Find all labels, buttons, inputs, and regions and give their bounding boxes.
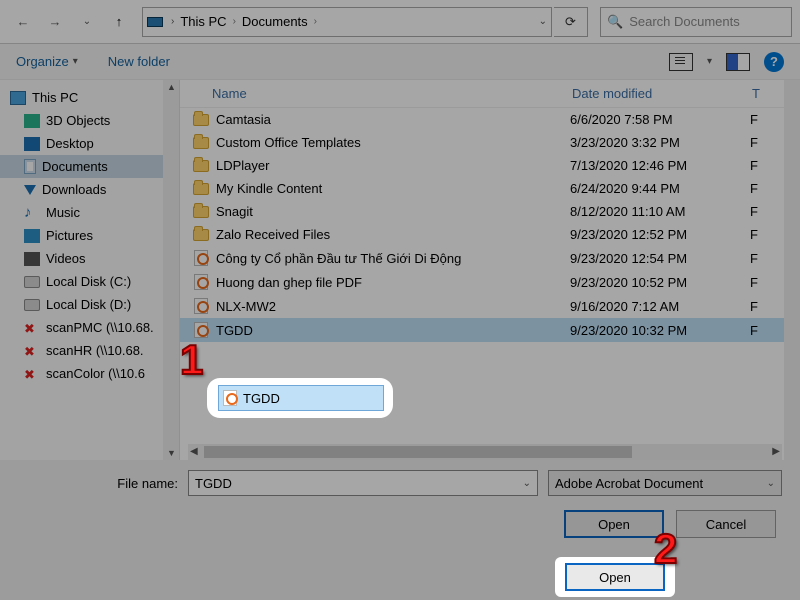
tree-videos[interactable]: Videos — [0, 247, 179, 270]
desktop-icon — [24, 137, 40, 151]
help-icon[interactable]: ? — [764, 52, 784, 72]
annotation-highlight-file: TGDD — [210, 381, 390, 415]
list-horizontal-scrollbar[interactable]: ◀▶ — [188, 444, 782, 460]
filename-input[interactable]: TGDD ⌄ — [188, 470, 538, 496]
filename-dropdown-icon[interactable]: ⌄ — [523, 478, 531, 489]
file-row[interactable]: Công ty Cổ phần Đầu tư Thế Giới Di Động9… — [180, 246, 784, 270]
filter-dropdown-icon[interactable]: ⌄ — [767, 478, 775, 489]
address-bar[interactable]: › This PC› Documents› ⌄ — [142, 7, 552, 37]
folder-icon — [193, 183, 209, 195]
file-row[interactable]: Custom Office Templates3/23/2020 3:32 PM… — [180, 131, 784, 154]
forward-button[interactable]: → — [40, 7, 70, 37]
annotation-highlight-file-inner[interactable]: TGDD — [218, 385, 384, 411]
tree-desktop[interactable]: Desktop — [0, 132, 179, 155]
filter-label: Adobe Acrobat Document — [555, 476, 703, 491]
dialog-footer: File name: TGDD ⌄ Adobe Acrobat Document… — [0, 460, 800, 548]
pc-icon — [10, 91, 26, 105]
tree-scan-hr[interactable]: ✖scanHR (\\10.68. — [0, 339, 179, 362]
network-drive-icon: ✖ — [24, 344, 40, 358]
tree-scan-color[interactable]: ✖scanColor (\\10.6 — [0, 362, 179, 385]
chevron-right-icon: › — [171, 16, 174, 27]
music-icon: ♪ — [24, 206, 40, 220]
file-row[interactable]: Snagit8/12/2020 11:10 AMF — [180, 200, 784, 223]
file-row[interactable]: LDPlayer7/13/2020 12:46 PMF — [180, 154, 784, 177]
file-open-dialog: ← → ⌄ ↑ › This PC› Documents› ⌄ ⟳ 🔍 Sear… — [0, 0, 800, 600]
filetype-filter[interactable]: Adobe Acrobat Document ⌄ — [548, 470, 782, 496]
folder-icon — [193, 206, 209, 218]
back-button[interactable]: ← — [8, 7, 38, 37]
tree-music[interactable]: ♪Music — [0, 201, 179, 224]
network-drive-icon: ✖ — [24, 321, 40, 335]
downloads-icon — [24, 185, 36, 195]
annotation-number-2: 2 — [654, 525, 677, 573]
nav-tree: This PC 3D Objects Desktop Documents Dow… — [0, 80, 180, 460]
file-row[interactable]: Huong dan ghep file PDF9/23/2020 10:52 P… — [180, 270, 784, 294]
disk-icon — [24, 299, 40, 311]
folder-icon — [193, 114, 209, 126]
pdf-icon — [194, 250, 208, 266]
annotation-file-label: TGDD — [243, 391, 280, 406]
new-folder-button[interactable]: New folder — [108, 54, 170, 69]
view-options-chevron[interactable]: ▾ — [707, 56, 712, 67]
column-date-modified[interactable]: Date modified — [572, 86, 752, 101]
tree-scrollbar[interactable]: ▲▼ — [163, 80, 179, 460]
search-placeholder: Search Documents — [629, 14, 740, 29]
filename-label: File name: — [18, 476, 178, 491]
tree-scan-pmc[interactable]: ✖scanPMC (\\10.68. — [0, 316, 179, 339]
open-button-highlighted[interactable]: Open — [565, 563, 665, 591]
column-type[interactable]: T — [752, 86, 784, 101]
tree-local-disk-d[interactable]: Local Disk (D:) — [0, 293, 179, 316]
recent-locations-chevron[interactable]: ⌄ — [72, 7, 102, 37]
pictures-icon — [24, 229, 40, 243]
toolbar: Organize▾ New folder ▾ ? — [0, 44, 800, 80]
refresh-button[interactable]: ⟳ — [554, 7, 588, 37]
dialog-body: This PC 3D Objects Desktop Documents Dow… — [0, 80, 800, 460]
file-row-selected[interactable]: TGDD9/23/2020 10:32 PMF — [180, 318, 784, 342]
pc-icon — [147, 17, 163, 27]
file-row[interactable]: Zalo Received Files9/23/2020 12:52 PMF — [180, 223, 784, 246]
disk-icon — [24, 276, 40, 288]
pdf-icon — [223, 390, 237, 406]
filename-value: TGDD — [195, 476, 232, 491]
up-button[interactable]: ↑ — [104, 7, 134, 37]
pdf-icon — [194, 298, 208, 314]
address-dropdown-icon[interactable]: ⌄ — [539, 16, 547, 27]
folder-icon — [193, 160, 209, 172]
network-drive-icon: ✖ — [24, 367, 40, 381]
column-name[interactable]: Name — [212, 86, 572, 101]
breadcrumb-documents[interactable]: Documents› — [242, 14, 317, 29]
view-options-icon[interactable] — [669, 53, 693, 71]
tree-local-disk-c[interactable]: Local Disk (C:) — [0, 270, 179, 293]
videos-icon — [24, 252, 40, 266]
folder-icon — [193, 137, 209, 149]
documents-icon — [24, 159, 36, 174]
tree-pictures[interactable]: Pictures — [0, 224, 179, 247]
folder-icon — [193, 229, 209, 241]
tree-this-pc[interactable]: This PC — [0, 86, 179, 109]
pdf-icon — [194, 274, 208, 290]
open-button[interactable]: Open — [564, 510, 664, 538]
nav-bar: ← → ⌄ ↑ › This PC› Documents› ⌄ ⟳ 🔍 Sear… — [0, 0, 800, 44]
file-row[interactable]: NLX-MW29/16/2020 7:12 AMF — [180, 294, 784, 318]
file-row[interactable]: My Kindle Content6/24/2020 9:44 PMF — [180, 177, 784, 200]
file-row[interactable]: Camtasia6/6/2020 7:58 PMF — [180, 108, 784, 131]
annotation-number-1: 1 — [180, 336, 203, 384]
search-input[interactable]: 🔍 Search Documents — [600, 7, 792, 37]
tree-3d-objects[interactable]: 3D Objects — [0, 109, 179, 132]
cancel-button[interactable]: Cancel — [676, 510, 776, 538]
list-header: Name Date modified T — [180, 80, 784, 108]
search-icon: 🔍 — [607, 14, 623, 30]
tree-downloads[interactable]: Downloads — [0, 178, 179, 201]
cube-icon — [24, 114, 40, 128]
breadcrumb-this-pc[interactable]: This PC› — [180, 14, 236, 29]
preview-pane-icon[interactable] — [726, 53, 750, 71]
list-vertical-scrollbar[interactable] — [784, 80, 800, 460]
organize-menu[interactable]: Organize▾ — [16, 54, 78, 69]
tree-documents[interactable]: Documents — [0, 155, 179, 178]
